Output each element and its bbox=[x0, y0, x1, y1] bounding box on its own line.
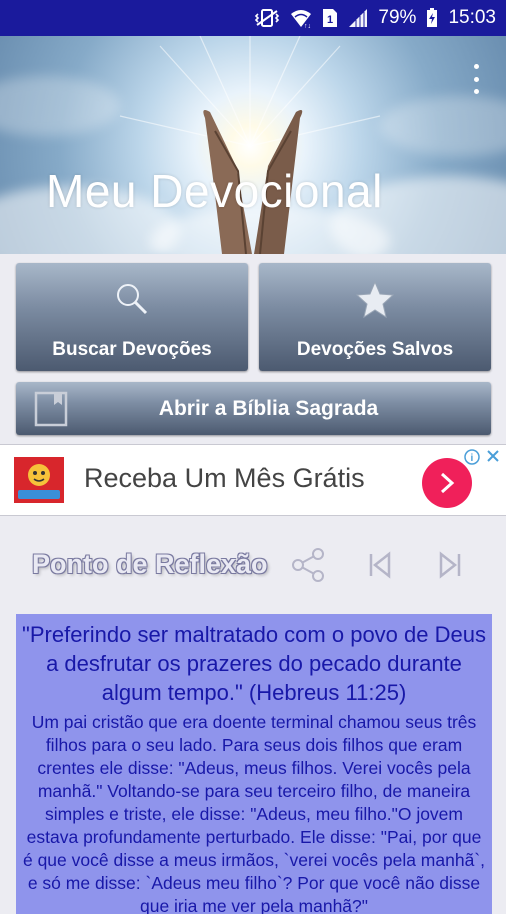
vibrate-icon bbox=[254, 8, 280, 28]
app-title: Meu Devocional bbox=[46, 165, 383, 217]
devotional-text: Um pai cristão que era doente terminal c… bbox=[22, 712, 486, 914]
overflow-menu-icon[interactable] bbox=[466, 64, 486, 94]
share-icon[interactable] bbox=[290, 547, 326, 588]
header-banner: Meu Devocional bbox=[0, 36, 506, 254]
ad-open-button[interactable] bbox=[422, 458, 472, 508]
next-icon[interactable] bbox=[437, 551, 463, 584]
ad-close-icon[interactable] bbox=[486, 449, 500, 468]
svg-text:i: i bbox=[471, 453, 474, 464]
open-bible-label: Abrir a Bíblia Sagrada bbox=[158, 397, 379, 420]
battery-charging-icon bbox=[426, 8, 438, 28]
ad-text: Receba Um Mês Grátis bbox=[84, 463, 365, 493]
saved-devotions-label: Devoções Salvos bbox=[296, 339, 454, 360]
search-icon bbox=[114, 281, 150, 322]
status-time: 15:03 bbox=[448, 7, 496, 28]
search-devotions-button[interactable]: Buscar Devoções bbox=[16, 263, 248, 371]
reflection-title: Ponto de Reflexão bbox=[32, 549, 268, 579]
signal-icon bbox=[348, 8, 368, 28]
battery-percentage: 79% bbox=[378, 7, 417, 28]
star-icon bbox=[355, 279, 395, 324]
saved-devotions-button[interactable]: Devoções Salvos bbox=[259, 263, 491, 371]
chevron-right-icon bbox=[440, 472, 455, 494]
advertiser-logo bbox=[14, 457, 64, 503]
search-devotions-label: Buscar Devoções bbox=[52, 339, 212, 360]
svg-text:1: 1 bbox=[327, 14, 333, 26]
open-bible-button[interactable]: Abrir a Bíblia Sagrada bbox=[16, 382, 491, 435]
wifi-icon: ↑↓ bbox=[290, 8, 312, 28]
praying-hands-image bbox=[119, 36, 381, 254]
svg-text:↑↓: ↑↓ bbox=[304, 23, 311, 28]
devotional-content[interactable]: "Preferindo ser maltratado com o povo de… bbox=[16, 614, 492, 914]
previous-icon[interactable] bbox=[367, 551, 393, 584]
sim-icon: 1 bbox=[322, 8, 338, 28]
bible-verse: "Preferindo ser maltratado com o povo de… bbox=[22, 622, 486, 705]
status-bar: ↑↓ 1 79% 15:03 bbox=[0, 0, 506, 36]
